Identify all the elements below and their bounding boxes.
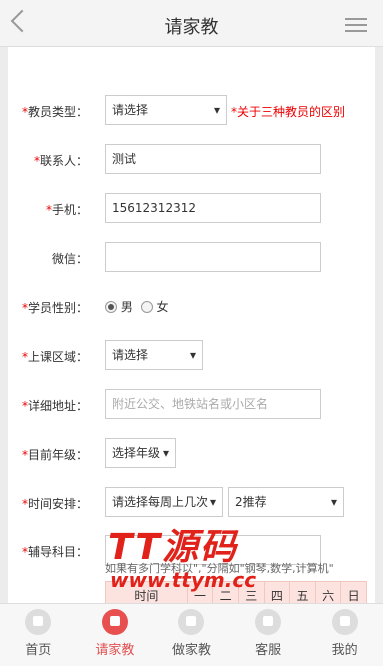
contact-input[interactable]: 测试 — [105, 144, 321, 174]
phone-input[interactable]: 15612312312 — [105, 193, 321, 223]
subject-label: 辅导科目： — [27, 545, 88, 559]
row-teacher-type: *教员类型： 请选择 *关于三种教员的区别 — [8, 95, 375, 127]
row-schedule: *时间安排： 请选择每周上几次 2推荐 — [8, 487, 375, 519]
gender-male-label: 男 — [120, 300, 133, 314]
bottom-tab-bar: 首页 请家教 做家教 客服 我的 — [0, 603, 383, 666]
grade-label: 目前年级： — [27, 448, 88, 462]
home-icon — [25, 609, 52, 635]
service-icon — [255, 609, 282, 635]
row-contact: *联系人： 测试 — [8, 144, 375, 176]
table-header-sun[interactable]: 日 — [341, 582, 366, 603]
tab-mine[interactable]: 我的 — [306, 604, 383, 666]
profile-icon — [331, 609, 358, 635]
contact-label: 联系人： — [39, 154, 88, 168]
wechat-input[interactable] — [105, 242, 321, 272]
row-wechat: 微信： — [8, 242, 375, 274]
watermark-url: www.ttym.cc — [110, 568, 257, 592]
page-title: 请家教 — [164, 17, 219, 38]
watermark-logo: TT源码 — [108, 527, 238, 568]
address-label: 详细地址： — [27, 399, 88, 413]
table-header-fri[interactable]: 五 — [290, 582, 316, 603]
teacher-type-label: 教员类型： — [27, 105, 88, 119]
top-header: 请家教 — [0, 0, 383, 47]
teacher-type-select[interactable]: 请选择 — [105, 95, 227, 125]
address-input[interactable]: 附近公交、地铁站名或小区名 — [105, 389, 321, 419]
schedule-duration-select[interactable]: 2推荐 — [228, 487, 344, 517]
schedule-label: 时间安排： — [27, 497, 88, 511]
row-grade: *目前年级： 选择年级 — [8, 438, 375, 470]
schedule-frequency-select[interactable]: 请选择每周上几次 — [105, 487, 223, 517]
gender-female-radio[interactable] — [140, 301, 153, 313]
grade-select[interactable]: 选择年级 — [105, 438, 176, 468]
gender-male-radio[interactable] — [105, 301, 117, 313]
table-header-thu[interactable]: 四 — [265, 582, 291, 603]
tab-be-tutor[interactable]: 做家教 — [153, 604, 230, 666]
gender-label: 学员性别： — [27, 301, 88, 315]
row-phone: *手机： 15612312312 — [8, 193, 375, 225]
row-gender: *学员性别： 男 女 — [21, 300, 169, 315]
area-label: 上课区域： — [27, 350, 88, 364]
area-select[interactable]: 请选择 — [105, 340, 203, 370]
table-header-sat[interactable]: 六 — [316, 582, 342, 603]
gender-female-label: 女 — [156, 300, 169, 314]
teacher-icon — [178, 609, 205, 635]
row-address: *详细地址： 附近公交、地铁站名或小区名 — [8, 389, 375, 421]
user-icon — [101, 609, 128, 635]
row-area: *上课区域： 请选择 — [8, 340, 375, 372]
tab-request-tutor[interactable]: 请家教 — [77, 604, 154, 666]
teacher-type-note-link[interactable]: *关于三种教员的区别 — [231, 103, 345, 120]
tab-service[interactable]: 客服 — [230, 604, 307, 666]
menu-icon[interactable] — [345, 18, 367, 32]
tab-home[interactable]: 首页 — [0, 604, 77, 666]
wechat-label: 微信： — [51, 252, 88, 266]
phone-label: 手机： — [51, 203, 88, 217]
